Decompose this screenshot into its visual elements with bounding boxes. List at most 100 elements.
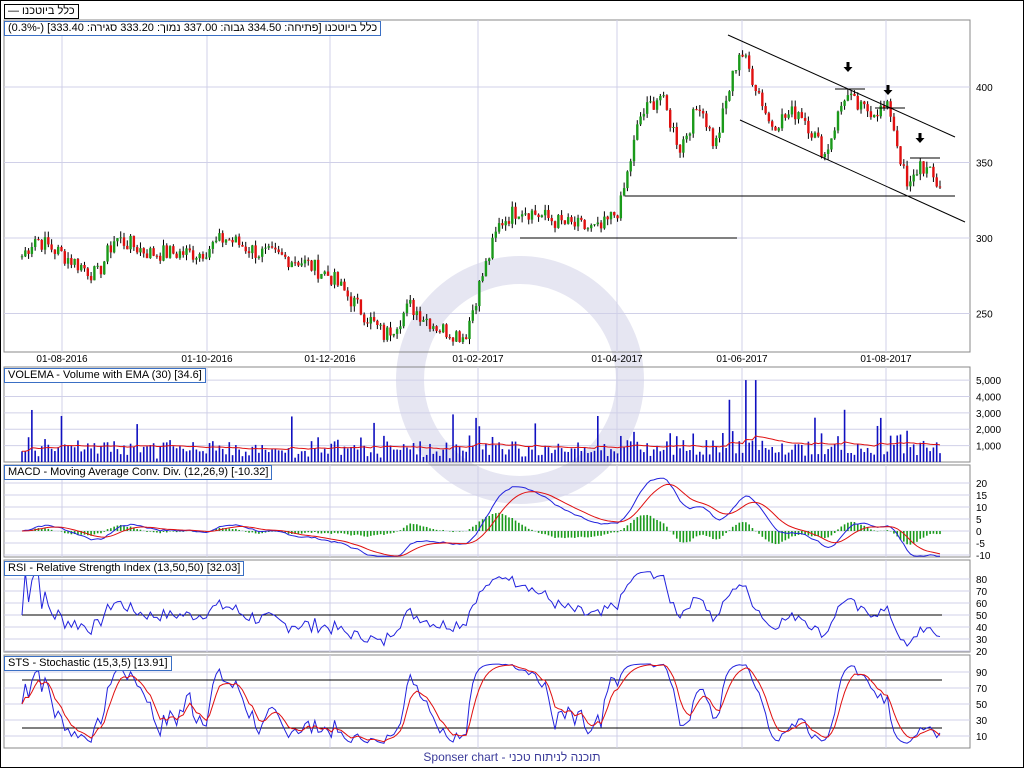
candle bbox=[464, 337, 468, 340]
volume-bar bbox=[699, 451, 701, 462]
volume-bar bbox=[383, 435, 385, 462]
macd-histogram-bar bbox=[774, 531, 777, 545]
volume-bar bbox=[126, 454, 129, 462]
candle bbox=[655, 100, 659, 110]
macd-histogram-bar bbox=[103, 531, 106, 532]
candle bbox=[155, 255, 159, 257]
volume-bar bbox=[899, 434, 902, 462]
candle bbox=[563, 220, 567, 224]
volume-bar bbox=[146, 446, 148, 462]
macd-histogram-bar bbox=[514, 520, 517, 531]
macd-histogram-bar bbox=[560, 531, 563, 538]
volume-bar bbox=[50, 448, 53, 462]
volume-bar bbox=[560, 448, 563, 462]
macd-histogram-bar bbox=[350, 531, 352, 536]
sts-panel-title: STS - Stochastic (15,3,5) [13.91] bbox=[4, 656, 172, 671]
volume-bar bbox=[442, 449, 444, 462]
volume-bar bbox=[416, 454, 418, 462]
volume-bar bbox=[870, 452, 872, 462]
y-tick-label: 4,000 bbox=[976, 392, 1001, 403]
y-tick-label: 15 bbox=[976, 491, 988, 502]
macd-histogram-bar bbox=[435, 529, 438, 531]
candle bbox=[504, 221, 507, 226]
arrow-annotation bbox=[915, 133, 925, 143]
macd-histogram-bar bbox=[544, 531, 546, 535]
candle bbox=[221, 233, 224, 243]
candle bbox=[56, 246, 60, 254]
macd-histogram-bar bbox=[856, 523, 859, 531]
candle bbox=[896, 130, 899, 147]
macd-histogram-bar bbox=[152, 531, 155, 533]
macd-histogram-bar bbox=[439, 530, 441, 531]
volume-bar bbox=[80, 451, 83, 462]
candle bbox=[869, 111, 873, 118]
candle bbox=[767, 113, 771, 122]
y-tick-label: 1,000 bbox=[976, 442, 1001, 453]
candle bbox=[928, 166, 932, 168]
macd-histogram-bar bbox=[165, 531, 168, 533]
macd-histogram-bar bbox=[731, 526, 734, 531]
y-tick-label: 50 bbox=[976, 611, 988, 622]
candle bbox=[527, 213, 530, 220]
candle bbox=[672, 126, 675, 128]
volume-bar bbox=[541, 454, 543, 462]
volume-bar bbox=[531, 449, 533, 462]
volume-bar bbox=[692, 433, 695, 462]
volume-bar bbox=[439, 455, 441, 462]
volume-bar bbox=[659, 451, 662, 462]
candle bbox=[632, 139, 636, 162]
macd-histogram-bar bbox=[843, 524, 846, 531]
volume-bar bbox=[271, 449, 273, 462]
macd-histogram-bar bbox=[567, 531, 569, 538]
quote-legend: כלל ביוטכנו [פתיחה: 334.50 גבוה: 337.00 … bbox=[4, 21, 382, 36]
volume-bar bbox=[21, 451, 23, 462]
macd-histogram-bar bbox=[725, 531, 727, 534]
macd-histogram-bar bbox=[745, 522, 747, 531]
candle bbox=[149, 248, 152, 259]
candle bbox=[40, 239, 43, 250]
macd-histogram-bar bbox=[699, 531, 701, 536]
y-tick-label: 90 bbox=[976, 668, 988, 679]
volume-bar bbox=[481, 449, 484, 462]
macd-histogram-bar bbox=[689, 531, 691, 542]
candle bbox=[386, 327, 389, 340]
volume-bar bbox=[100, 445, 102, 462]
candle bbox=[507, 221, 511, 224]
candle bbox=[455, 331, 458, 342]
candle bbox=[353, 297, 356, 307]
chart-canvas[interactable]: 2503003504001,0002,0003,0004,0005,000-10… bbox=[0, 0, 1024, 768]
candle bbox=[112, 241, 116, 253]
candle bbox=[560, 215, 563, 221]
series-legend[interactable]: כלל ביוטכנו — bbox=[4, 4, 79, 19]
volume-bar bbox=[771, 446, 773, 462]
macd-histogram-bar bbox=[837, 529, 839, 531]
candle bbox=[198, 253, 201, 259]
y-tick-label: -10 bbox=[976, 551, 991, 562]
volume-bar bbox=[113, 441, 115, 462]
volume-bar bbox=[156, 458, 158, 462]
volume-bar bbox=[610, 449, 612, 462]
candle bbox=[892, 116, 896, 131]
candle bbox=[514, 206, 517, 219]
candle bbox=[106, 245, 109, 262]
macd-histogram-bar bbox=[708, 531, 711, 537]
candle bbox=[692, 109, 695, 134]
volume-bar bbox=[741, 452, 744, 462]
candle bbox=[619, 195, 623, 219]
volume-bar bbox=[620, 435, 622, 462]
macd-histogram-bar bbox=[613, 531, 616, 533]
volume-bar bbox=[189, 450, 191, 462]
volume-bar bbox=[116, 449, 119, 462]
volume-bar bbox=[77, 440, 79, 462]
volume-bar bbox=[886, 451, 889, 462]
volume-bar bbox=[791, 449, 793, 462]
candle bbox=[817, 132, 820, 137]
candle bbox=[93, 266, 96, 281]
volume-bar bbox=[935, 442, 938, 462]
macd-histogram-bar bbox=[399, 530, 402, 531]
macd-histogram-bar bbox=[406, 525, 408, 531]
volume-bar bbox=[629, 441, 632, 462]
volume-bar bbox=[393, 449, 395, 462]
volume-bar bbox=[866, 447, 869, 462]
volume-bar bbox=[794, 444, 797, 462]
